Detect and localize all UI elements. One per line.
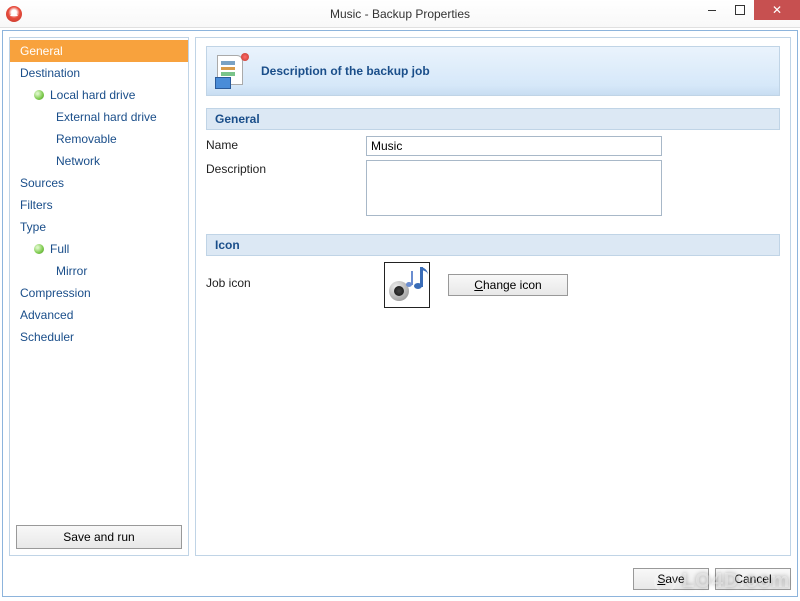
sidebar-item-local-hard-drive[interactable]: Local hard drive (10, 84, 188, 106)
section-general: General Name Description (206, 108, 780, 216)
name-label: Name (206, 136, 366, 156)
description-label: Description (206, 160, 366, 216)
sidebar-item-general[interactable]: General (10, 40, 188, 62)
cancel-button[interactable]: Cancel (715, 568, 791, 590)
sidebar-item-external-hard-drive[interactable]: External hard drive (10, 106, 188, 128)
change-icon-button[interactable]: Change icon (448, 274, 568, 296)
maximize-button[interactable] (726, 0, 754, 20)
main-panel: Description of the backup job General Na… (195, 37, 791, 556)
dialog-footer: Save Cancel (3, 562, 797, 596)
content-area: General Destination Local hard drive Extern… (3, 31, 797, 562)
sidebar-list: General Destination Local hard drive Extern… (10, 38, 188, 519)
close-button[interactable] (754, 0, 800, 20)
job-icon-label: Job icon (206, 262, 366, 290)
sidebar-item-destination[interactable]: Destination (10, 62, 188, 84)
section-icon-header: Icon (206, 234, 780, 256)
window-body: General Destination Local hard drive Extern… (2, 30, 798, 597)
sidebar-item-sources[interactable]: Sources (10, 172, 188, 194)
page-header-text: Description of the backup job (261, 64, 430, 78)
sidebar-item-label: Type (20, 220, 46, 234)
field-description-row: Description (206, 160, 780, 216)
sidebar: General Destination Local hard drive Extern… (9, 37, 189, 556)
page-header: Description of the backup job (206, 46, 780, 96)
sidebar-item-label: Full (50, 242, 69, 256)
sidebar-item-label: Sources (20, 176, 64, 190)
job-icon-row: Job icon Change icon (206, 262, 780, 308)
window-controls (698, 0, 800, 20)
bullet-icon (34, 244, 44, 254)
sidebar-item-label: General (20, 44, 63, 58)
job-icon-preview[interactable] (384, 262, 430, 308)
sidebar-item-network[interactable]: Network (10, 150, 188, 172)
bullet-icon (34, 90, 44, 100)
sidebar-item-label: Mirror (56, 264, 87, 278)
name-input[interactable] (366, 136, 662, 156)
sidebar-item-scheduler[interactable]: Scheduler (10, 326, 188, 348)
sidebar-item-label: Filters (20, 198, 53, 212)
sidebar-item-label: External hard drive (56, 110, 157, 124)
titlebar: Music - Backup Properties (0, 0, 800, 28)
sidebar-item-removable[interactable]: Removable (10, 128, 188, 150)
sidebar-item-label: Compression (20, 286, 91, 300)
sidebar-item-full[interactable]: Full (10, 238, 188, 260)
minimize-button[interactable] (698, 0, 726, 20)
window-title: Music - Backup Properties (0, 7, 800, 21)
description-icon (217, 55, 249, 87)
sidebar-item-label: Destination (20, 66, 80, 80)
sidebar-item-label: Network (56, 154, 100, 168)
sidebar-footer: Save and run (10, 519, 188, 555)
save-and-run-button[interactable]: Save and run (16, 525, 182, 549)
sidebar-item-label: Scheduler (20, 330, 74, 344)
field-name-row: Name (206, 136, 780, 156)
sidebar-item-label: Local hard drive (50, 88, 135, 102)
change-icon-label-rest: hange icon (483, 278, 542, 292)
sidebar-item-compression[interactable]: Compression (10, 282, 188, 304)
section-icon: Icon Job icon Change icon (206, 234, 780, 308)
music-icon (387, 265, 427, 305)
description-input[interactable] (366, 160, 662, 216)
section-general-header: General (206, 108, 780, 130)
sidebar-item-type[interactable]: Type (10, 216, 188, 238)
sidebar-item-advanced[interactable]: Advanced (10, 304, 188, 326)
sidebar-item-filters[interactable]: Filters (10, 194, 188, 216)
sidebar-item-mirror[interactable]: Mirror (10, 260, 188, 282)
sidebar-item-label: Removable (56, 132, 117, 146)
save-button[interactable]: Save (633, 568, 709, 590)
sidebar-item-label: Advanced (20, 308, 73, 322)
